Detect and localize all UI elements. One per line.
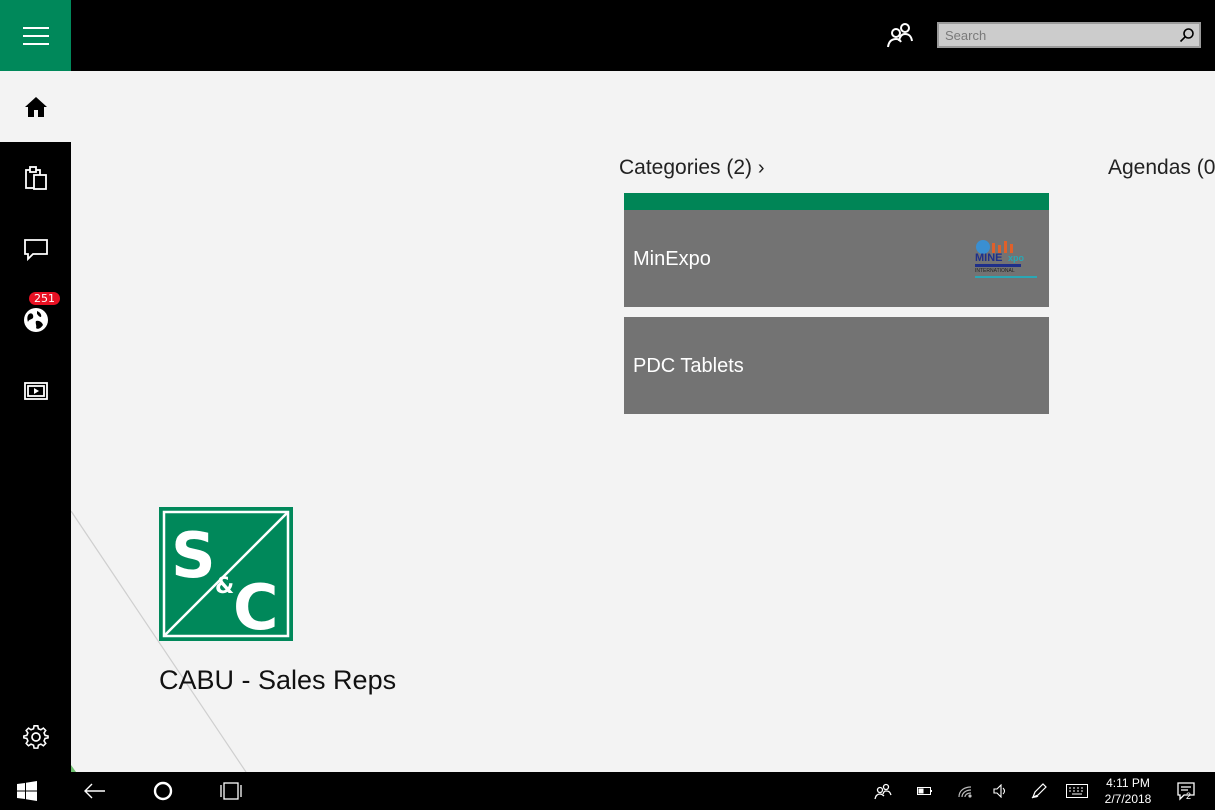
home-icon [24, 96, 47, 117]
svg-text:xpo: xpo [1008, 253, 1025, 263]
people-icon[interactable] [885, 20, 915, 50]
category-tile-minexpo[interactable]: MinExpo MINE xpo INTERNATIONAL [624, 193, 1049, 307]
nav-item-chat[interactable] [0, 213, 71, 284]
taskbar: 4:11 PM 2/7/2018 2 [0, 772, 1215, 810]
cortana-button[interactable] [142, 772, 184, 810]
sc-logo: S & C [159, 507, 293, 641]
hamburger-menu-button[interactable] [0, 0, 71, 71]
svg-text:S: S [171, 519, 216, 592]
keyboard-icon [1066, 784, 1088, 798]
notification-count: 2 [1186, 791, 1192, 801]
categories-header[interactable]: Categories (2) › [619, 156, 765, 180]
start-button[interactable] [0, 772, 54, 810]
taskbar-clock[interactable]: 4:11 PM 2/7/2018 [1096, 775, 1160, 807]
agendas-header[interactable]: Agendas (0 [1108, 156, 1215, 180]
svg-text:C: C [233, 571, 279, 641]
hamburger-icon [22, 26, 49, 45]
volume-icon [993, 784, 1006, 798]
nav-item-presentation[interactable] [0, 355, 71, 426]
people-icon [874, 783, 892, 800]
category-tile-pdc-tablets[interactable]: PDC Tablets [624, 317, 1049, 414]
back-arrow-icon [84, 783, 105, 799]
wifi-button[interactable] [952, 772, 978, 810]
battery-icon [917, 787, 932, 795]
top-bar [71, 0, 1215, 71]
pen-icon [1031, 783, 1047, 799]
clock-date: 2/7/2018 [1104, 792, 1152, 806]
category-tile-label: PDC Tablets [633, 355, 744, 377]
wifi-icon [958, 786, 972, 798]
presentation-icon [23, 381, 48, 400]
nav-item-home[interactable] [0, 71, 71, 142]
chevron-right-icon: › [757, 157, 765, 179]
agendas-title: Agendas (0 [1108, 156, 1215, 179]
gear-icon [22, 724, 49, 749]
search-icon[interactable] [1179, 27, 1195, 43]
clock-time: 4:11 PM [1106, 776, 1150, 790]
cortana-circle-icon [153, 781, 173, 801]
search-input[interactable] [939, 24, 1169, 46]
nav-item-clipboard[interactable] [0, 142, 71, 213]
back-button[interactable] [74, 772, 116, 810]
chat-icon [23, 238, 48, 261]
app-window: 251 Categories (2) › [0, 0, 1215, 772]
volume-button[interactable] [988, 772, 1014, 810]
globe-icon [23, 307, 48, 332]
notification-badge: 251 [29, 292, 60, 305]
category-tile-label: MinExpo [633, 248, 711, 270]
task-view-icon [220, 782, 242, 800]
tray-people-button[interactable] [870, 772, 896, 810]
main-content: Categories (2) › MinExpo MINE xpo INTERN… [71, 71, 1215, 772]
categories-title: Categories (2) [619, 156, 753, 179]
pen-workspace-button[interactable] [1026, 772, 1052, 810]
settings-button[interactable] [0, 701, 71, 772]
clipboard-icon [24, 165, 47, 190]
touch-keyboard-button[interactable] [1062, 772, 1092, 810]
minexpo-logo-thumbnail: MINE xpo INTERNATIONAL [975, 240, 1037, 278]
task-view-button[interactable] [210, 772, 252, 810]
nav-item-globe[interactable]: 251 [0, 284, 71, 355]
tile-accent-bar [624, 193, 1049, 210]
svg-text:&: & [215, 574, 234, 599]
organization-name: CABU - Sales Reps [159, 665, 397, 695]
svg-text:MINE: MINE [975, 252, 1003, 264]
search-box [937, 22, 1201, 48]
nav-rail: 251 [0, 0, 71, 772]
windows-logo-icon [17, 781, 37, 801]
battery-button[interactable] [912, 772, 938, 810]
svg-text:INTERNATIONAL: INTERNATIONAL [975, 268, 1015, 274]
